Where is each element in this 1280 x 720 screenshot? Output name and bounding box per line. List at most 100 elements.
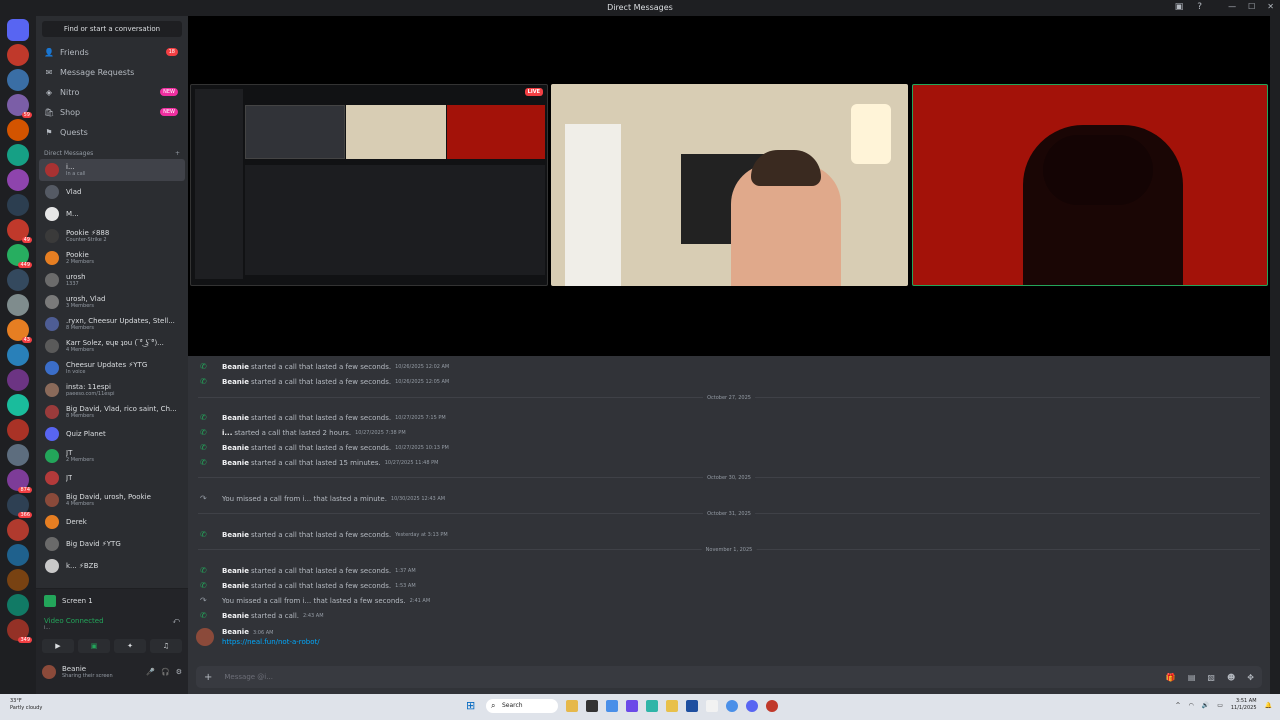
dm-item[interactable]: Karr Solez, ɐɥɐ ʇou ( ͡° ͜ʖ ͡°)... 4 Memb… — [39, 335, 185, 357]
server-icon[interactable] — [7, 344, 29, 366]
share-screen-button[interactable]: ▣ — [78, 639, 110, 653]
event-author[interactable]: Beanie — [222, 363, 249, 371]
dm-item[interactable]: Big David, urosh, Pookie 4 Members — [39, 489, 185, 511]
wifi-icon[interactable]: ◠ — [1188, 702, 1193, 709]
event-author[interactable]: Beanie — [222, 459, 249, 467]
add-dm-icon[interactable]: + — [175, 150, 180, 157]
activities-button[interactable]: ✦ — [114, 639, 146, 653]
upload-plus-icon[interactable]: + — [204, 672, 212, 683]
soundboard-button[interactable]: ♫ — [150, 639, 182, 653]
clock[interactable]: 3:51 AM 11/1/2025 — [1231, 698, 1257, 712]
app-icon[interactable] — [606, 700, 618, 712]
avatar[interactable] — [196, 628, 214, 646]
app-icon[interactable] — [626, 700, 638, 712]
event-author[interactable]: Beanie — [222, 414, 249, 422]
message-link[interactable]: https://neal.fun/not-a-robot/ — [222, 638, 320, 646]
dm-item[interactable]: Pookie 2 Members — [39, 247, 185, 269]
edge-icon[interactable] — [646, 700, 658, 712]
server-icon[interactable] — [7, 369, 29, 391]
app-icon[interactable] — [766, 700, 778, 712]
sticker-icon[interactable]: ▧ — [1207, 673, 1215, 682]
inbox-icon[interactable]: ▣ — [1175, 2, 1184, 12]
maximize-button[interactable]: ☐ — [1248, 2, 1255, 11]
gift-icon[interactable]: 🎁 — [1166, 673, 1176, 682]
server-icon[interactable]: 59 — [7, 94, 32, 118]
task-view-icon[interactable] — [586, 700, 598, 712]
server-icon[interactable] — [7, 19, 29, 41]
server-icon[interactable]: 49 — [7, 219, 32, 243]
notification-icon[interactable]: 🔔 — [1265, 702, 1272, 709]
server-icon[interactable] — [7, 594, 29, 616]
event-author[interactable]: Beanie — [222, 567, 249, 575]
emoji-icon[interactable]: ☻ — [1227, 673, 1235, 682]
video-tile-3[interactable] — [912, 84, 1268, 286]
dm-item[interactable]: k... ⚡BZB — [39, 555, 185, 577]
dm-item[interactable]: Vlad — [39, 181, 185, 203]
dm-item[interactable]: Derek — [39, 511, 185, 533]
server-icon[interactable] — [7, 544, 29, 566]
dm-item[interactable]: JT 2 Members — [39, 445, 185, 467]
dm-item[interactable]: urosh 1337 — [39, 269, 185, 291]
dm-item[interactable]: Cheesur Updates ⚡YTG In voice — [39, 357, 185, 379]
close-button[interactable]: ✕ — [1267, 2, 1274, 11]
battery-icon[interactable]: ▭ — [1217, 702, 1223, 709]
server-icon[interactable]: 349 — [7, 619, 32, 643]
server-icon[interactable]: 449 — [7, 244, 32, 268]
server-icon[interactable] — [7, 144, 29, 166]
headphones-icon[interactable]: 🎧 — [161, 668, 170, 676]
composer-placeholder[interactable]: Message @i... — [224, 673, 273, 681]
server-icon[interactable] — [7, 44, 29, 66]
server-icon[interactable]: 874 — [7, 469, 32, 493]
chrome-icon[interactable] — [726, 700, 738, 712]
dm-item[interactable]: Big David ⚡YTG — [39, 533, 185, 555]
gif-icon[interactable]: ▤ — [1188, 673, 1196, 682]
server-icon[interactable]: 43 — [7, 319, 32, 343]
nav-item-friends[interactable]: 👤 Friends 18 — [36, 42, 188, 62]
server-icon[interactable] — [7, 519, 29, 541]
explorer-icon[interactable] — [666, 700, 678, 712]
dm-item[interactable]: urosh, Vlad 3 Members — [39, 291, 185, 313]
server-icon[interactable] — [7, 269, 29, 291]
dm-item[interactable]: M... — [39, 203, 185, 225]
tray-chevron-icon[interactable]: ^ — [1175, 702, 1180, 709]
nav-item-shop[interactable]: 🛍 Shop NEW — [36, 102, 188, 122]
dm-item[interactable]: Pookie ⚡888 Counter-Strike 2 — [39, 225, 185, 247]
server-icon[interactable] — [7, 569, 29, 591]
mic-icon[interactable]: 🎤 — [146, 668, 155, 676]
dm-item[interactable]: Quiz Planet — [39, 423, 185, 445]
video-tile-2[interactable] — [551, 84, 908, 286]
server-icon[interactable] — [7, 444, 29, 466]
message-composer[interactable]: + Message @i... 🎁 ▤ ▧ ☻ ✥ — [196, 666, 1262, 688]
server-icon[interactable] — [7, 119, 29, 141]
event-author[interactable]: Beanie — [222, 531, 249, 539]
event-author[interactable]: Beanie — [222, 612, 249, 620]
app-icon[interactable] — [686, 700, 698, 712]
windows-start-icon[interactable]: ⊞ — [466, 700, 478, 712]
server-icon[interactable]: 366 — [7, 494, 32, 518]
server-icon[interactable] — [7, 169, 29, 191]
find-conversation-button[interactable]: Find or start a conversation — [42, 21, 182, 37]
nav-item-quests[interactable]: ⚑ Quests — [36, 122, 188, 142]
message-author[interactable]: Beanie — [222, 628, 249, 636]
screen-share-row[interactable]: Screen 1 — [36, 589, 188, 613]
server-icon[interactable] — [7, 394, 29, 416]
event-author[interactable]: Beanie — [222, 378, 249, 386]
dm-item[interactable]: .ryxn, Cheesur Updates, Stell... 8 Member… — [39, 313, 185, 335]
server-icon[interactable] — [7, 69, 29, 91]
avatar[interactable] — [42, 665, 56, 679]
dm-item[interactable]: Big David, Vlad, rico saint, Ch... 8 Memb… — [39, 401, 185, 423]
event-author[interactable]: Beanie — [222, 444, 249, 452]
server-icon[interactable] — [7, 194, 29, 216]
widgets-icon[interactable] — [566, 700, 578, 712]
event-author[interactable]: i... — [222, 429, 232, 437]
settings-gear-icon[interactable]: ⚙ — [176, 668, 182, 676]
server-icon[interactable] — [7, 294, 29, 316]
minimize-button[interactable]: — — [1228, 2, 1236, 11]
help-icon[interactable]: ? — [1197, 2, 1202, 12]
screen-share-tile[interactable]: LIVE — [190, 84, 548, 286]
dm-item[interactable]: insta: 11espi paeeso.com/11espi — [39, 379, 185, 401]
weather-widget[interactable]: 33°F Partly cloudy — [10, 698, 42, 712]
app-icon[interactable] — [706, 700, 718, 712]
connection-status[interactable]: Video Connected — [44, 617, 104, 625]
dm-item[interactable]: i... In a call — [39, 159, 185, 181]
